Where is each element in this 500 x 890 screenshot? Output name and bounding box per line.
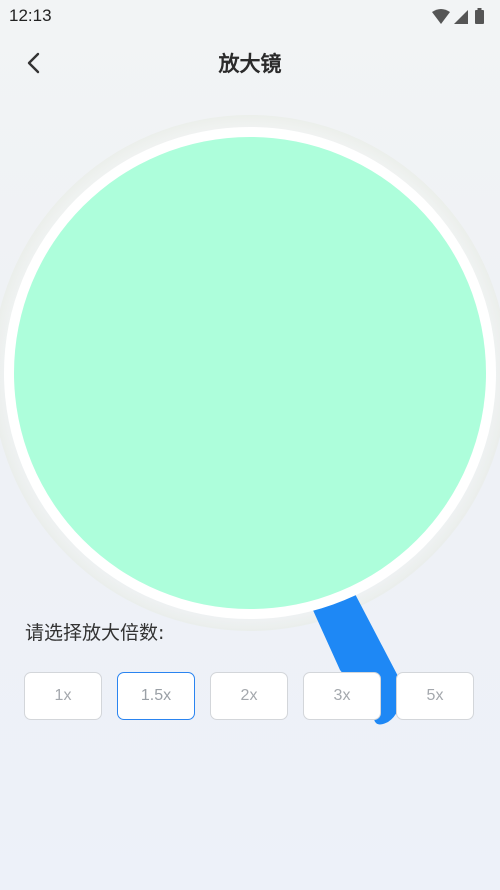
zoom-option-2x[interactable]: 2x	[210, 672, 288, 720]
wifi-icon	[432, 9, 450, 24]
zoom-options: 1x 1.5x 2x 3x 5x	[24, 672, 476, 722]
zoom-prompt-label: 请选择放大倍数:	[25, 622, 165, 644]
status-icons	[430, 8, 490, 26]
battery-icon	[475, 8, 484, 24]
status-time: 12:13	[9, 6, 52, 25]
zoom-option-1-5x[interactable]: 1.5x	[117, 672, 195, 720]
app-bar: 放大镜	[0, 34, 500, 92]
zoom-option-3x[interactable]: 3x	[303, 672, 381, 720]
status-bar: 12:13	[0, 0, 500, 34]
signal-icon	[454, 10, 468, 24]
page-title: 放大镜	[218, 52, 282, 76]
zoom-option-1x[interactable]: 1x	[24, 672, 102, 720]
magnifier-lens[interactable]	[4, 127, 496, 619]
zoom-option-5x[interactable]: 5x	[396, 672, 474, 720]
